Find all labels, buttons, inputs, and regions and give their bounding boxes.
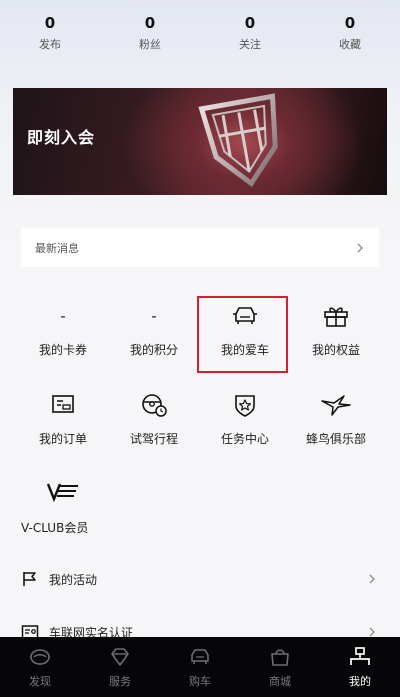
car-front-icon bbox=[191, 649, 209, 664]
points-count: - bbox=[151, 307, 157, 325]
flag-icon bbox=[23, 572, 36, 586]
stat-posts[interactable]: 0 发布 bbox=[0, 12, 100, 60]
grid-item-benefits[interactable]: 我的权益 bbox=[291, 302, 381, 358]
order-icon bbox=[52, 395, 74, 413]
tab-mall-label: 商城 bbox=[269, 675, 291, 688]
stat-fans-label: 粉丝 bbox=[139, 38, 161, 51]
chevron-right-icon bbox=[369, 574, 375, 584]
stat-following-count: 0 bbox=[244, 14, 256, 32]
tab-discover[interactable]: 发现 bbox=[0, 637, 80, 697]
coupons-label: 我的卡券 bbox=[38, 343, 87, 357]
tab-mall[interactable]: 商城 bbox=[240, 637, 320, 697]
brand-crest-image bbox=[198, 93, 278, 187]
list-item-my-activities[interactable]: 我的活动 bbox=[21, 564, 379, 594]
coupons-count: - bbox=[60, 307, 66, 325]
hummingbird-icon bbox=[321, 395, 351, 416]
membership-banner[interactable]: 即刻入会 bbox=[13, 88, 387, 195]
stat-fans-count: 0 bbox=[144, 14, 156, 32]
tab-service-label: 服务 bbox=[109, 675, 131, 688]
tab-buy-car-label: 购车 bbox=[189, 675, 211, 688]
gift-icon bbox=[324, 307, 348, 327]
latest-news-bar[interactable]: 最新消息 bbox=[21, 228, 379, 267]
selection-highlight-box bbox=[197, 296, 288, 373]
orders-label: 我的订单 bbox=[38, 432, 87, 446]
stat-fans[interactable]: 0 粉丝 bbox=[100, 12, 200, 60]
stat-favorites-count: 0 bbox=[344, 14, 356, 32]
banner-title: 即刻入会 bbox=[27, 128, 96, 147]
grid-item-vclub[interactable] bbox=[18, 478, 108, 506]
tab-profile-label: 我的 bbox=[349, 675, 371, 688]
hummingbird-club-label: 蜂鸟俱乐部 bbox=[305, 432, 366, 446]
stats-row: 0 发布 0 粉丝 0 关注 0 收藏 bbox=[0, 12, 400, 60]
stat-favorites-label: 收藏 bbox=[339, 38, 361, 51]
vclub-icon bbox=[46, 483, 78, 503]
vclub-label: V-CLUB会员 bbox=[21, 521, 89, 535]
stat-favorites[interactable]: 0 收藏 bbox=[300, 12, 400, 60]
bag-icon bbox=[271, 649, 289, 666]
stat-following[interactable]: 0 关注 bbox=[200, 12, 300, 60]
tab-discover-label: 发现 bbox=[29, 675, 51, 688]
grid-item-orders[interactable]: 我的订单 bbox=[18, 391, 108, 447]
bottom-tab-bar: 发现 服务 购车 商城 我的 bbox=[0, 637, 400, 697]
grid-item-hummingbird-club[interactable]: 蜂鸟俱乐部 bbox=[291, 391, 381, 447]
shield-star-icon bbox=[235, 395, 255, 417]
test-drive-label: 试驾行程 bbox=[129, 432, 178, 446]
chevron-right-icon bbox=[357, 243, 363, 252]
steering-wheel-clock-icon bbox=[142, 394, 167, 417]
profile-icon bbox=[350, 647, 370, 665]
grid-item-points[interactable]: - 我的积分 bbox=[109, 302, 199, 358]
grid-item-test-drive[interactable]: 试驾行程 bbox=[109, 391, 199, 447]
stat-posts-count: 0 bbox=[44, 14, 56, 32]
tab-service[interactable]: 服务 bbox=[80, 637, 160, 697]
tab-buy-car[interactable]: 购车 bbox=[160, 637, 240, 697]
tab-profile[interactable]: 我的 bbox=[320, 637, 400, 697]
diamond-icon bbox=[111, 648, 129, 666]
latest-news-label: 最新消息 bbox=[35, 241, 79, 255]
points-label: 我的积分 bbox=[129, 343, 178, 357]
stat-following-label: 关注 bbox=[239, 38, 261, 51]
grid-item-tasks[interactable]: 任务中心 bbox=[200, 391, 290, 447]
tasks-label: 任务中心 bbox=[220, 432, 269, 446]
benefits-label: 我的权益 bbox=[311, 343, 360, 357]
my-activities-label: 我的活动 bbox=[49, 572, 98, 587]
discover-icon bbox=[30, 649, 50, 665]
grid-item-coupons[interactable]: - 我的卡券 bbox=[18, 302, 108, 358]
stat-posts-label: 发布 bbox=[39, 38, 61, 51]
